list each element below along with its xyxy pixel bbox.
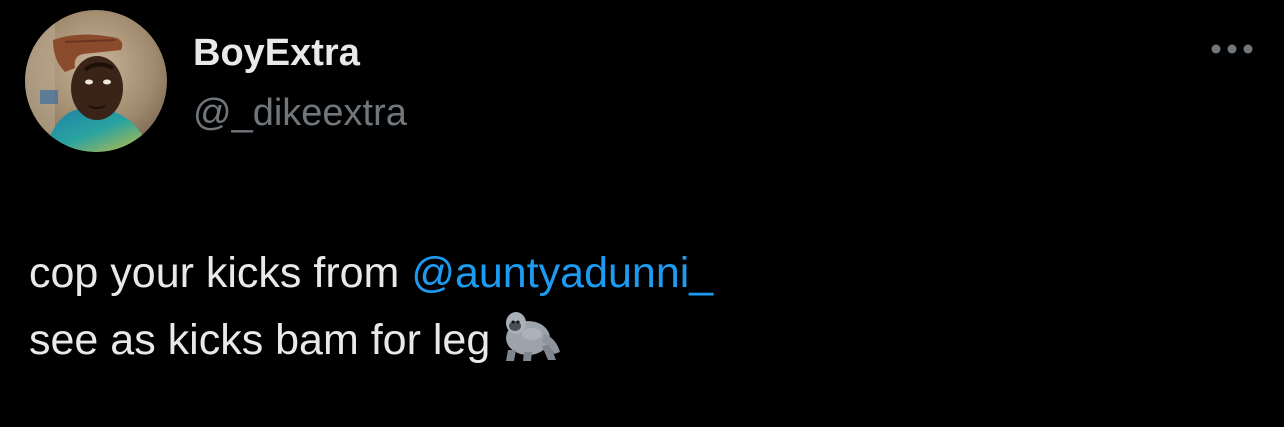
avatar[interactable] — [25, 10, 167, 152]
tweet-card: BoyExtra @_dikeextra cop your kicks from… — [0, 0, 1284, 427]
more-horizontal-icon — [1211, 44, 1253, 54]
tweet-text-line-1: cop your kicks from @auntyadunni_ — [29, 240, 1249, 306]
author-handle[interactable]: @_dikeextra — [193, 90, 407, 136]
avatar-photo — [25, 10, 167, 152]
more-options-button[interactable] — [1204, 34, 1260, 64]
tweet-text-line-2: see as kicks bam for leg — [29, 306, 1249, 373]
tweet-text: cop your kicks from @auntyadunni_ see as… — [29, 240, 1249, 373]
gorilla-icon — [498, 306, 570, 362]
author-display-name[interactable]: BoyExtra — [193, 30, 360, 76]
tweet-text-prefix: cop your kicks from — [29, 249, 412, 297]
tweet-text-line-2-content: see as kicks bam for leg — [29, 316, 491, 364]
mention-link[interactable]: @auntyadunni_ — [411, 249, 713, 297]
gorilla-emoji-drawing — [506, 312, 561, 361]
